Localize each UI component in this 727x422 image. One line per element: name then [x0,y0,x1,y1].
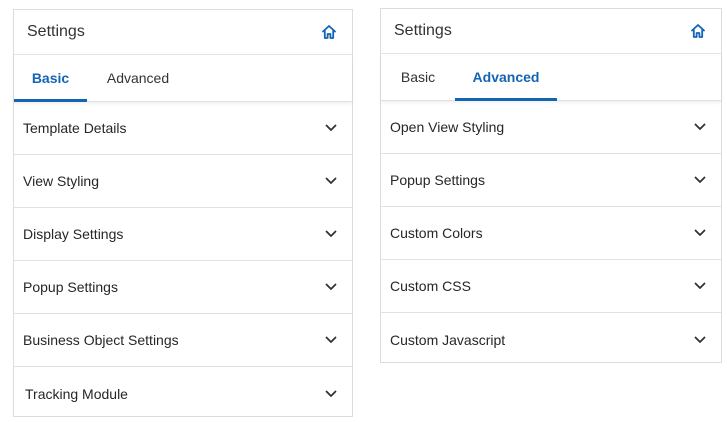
accordion-list: Template Details View Styling Display Se… [14,102,352,420]
accordion-tracking-module[interactable]: Tracking Module [14,367,352,420]
accordion-label: Custom Javascript [390,331,506,348]
accordion-label: Popup Settings [23,279,118,295]
settings-panel-basic: Settings Basic Advanced Template Details… [13,9,353,417]
home-button[interactable] [687,20,709,42]
tab-advanced[interactable]: Advanced [87,55,189,101]
accordion-label: Custom CSS [390,278,471,294]
panel-title: Settings [27,23,85,40]
accordion-custom-css[interactable]: Custom CSS [381,260,721,313]
home-icon [691,24,705,38]
chevron-down-icon [325,283,337,290]
tab-bar: Basic Advanced [381,54,721,101]
accordion-popup-settings[interactable]: Popup Settings [381,154,721,207]
accordion-view-styling[interactable]: View Styling [14,155,352,208]
accordion-list: Open View Styling Popup Settings Custom … [381,101,721,366]
panel-header: Settings [14,10,352,55]
accordion-template-details[interactable]: Template Details [14,102,352,155]
chevron-down-icon [694,336,706,343]
panel-title: Settings [394,22,452,39]
accordion-display-settings[interactable]: Display Settings [14,208,352,261]
accordion-label: Business Object Settings [23,332,179,348]
accordion-label: Open View Styling [390,119,505,135]
home-button[interactable] [318,21,340,43]
tab-basic[interactable]: Basic [381,54,455,100]
accordion-label: View Styling [23,173,100,189]
accordion-custom-colors[interactable]: Custom Colors [381,207,721,260]
home-icon [322,25,336,39]
accordion-label: Tracking Module [25,385,128,402]
chevron-down-icon [325,124,337,131]
accordion-label: Display Settings [23,226,124,242]
tab-advanced[interactable]: Advanced [455,54,557,101]
accordion-open-view-styling[interactable]: Open View Styling [381,101,721,154]
chevron-down-icon [694,282,706,289]
tab-basic[interactable]: Basic [14,55,87,102]
accordion-label: Popup Settings [390,172,485,188]
accordion-business-object-settings[interactable]: Business Object Settings [14,314,352,367]
chevron-down-icon [325,230,337,237]
accordion-custom-javascript[interactable]: Custom Javascript [381,313,721,366]
accordion-popup-settings[interactable]: Popup Settings [14,261,352,314]
chevron-down-icon [325,177,337,184]
accordion-label: Template Details [23,120,127,136]
settings-panel-advanced: Settings Basic Advanced Open View Stylin… [380,8,722,363]
panel-header: Settings [381,9,721,54]
chevron-down-icon [325,336,337,343]
accordion-label: Custom Colors [390,225,483,241]
tab-bar: Basic Advanced [14,55,352,102]
chevron-down-icon [694,229,706,236]
chevron-down-icon [325,390,337,397]
chevron-down-icon [694,123,706,130]
chevron-down-icon [694,176,706,183]
